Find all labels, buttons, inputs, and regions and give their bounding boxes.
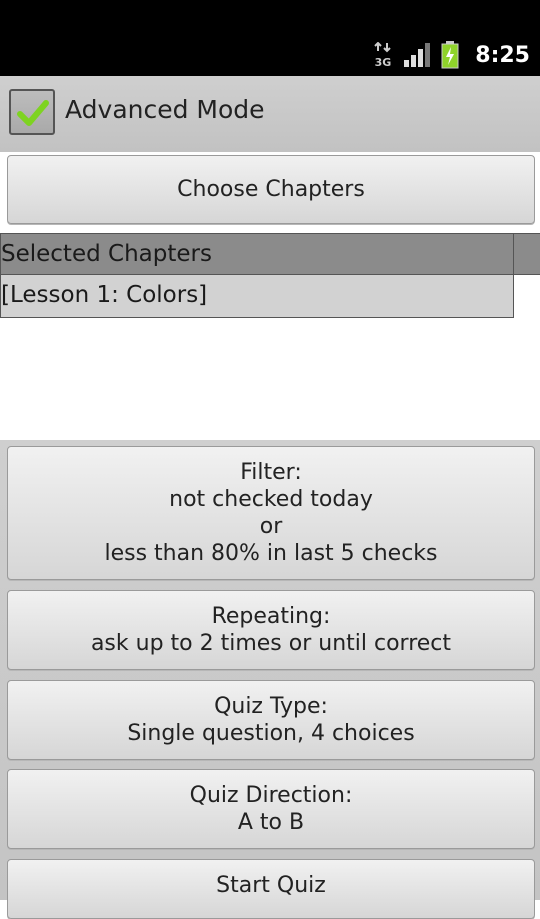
- status-bar-top: [0, 0, 540, 34]
- choose-chapters-label: Choose Chapters: [177, 177, 365, 202]
- advanced-mode-label[interactable]: Advanced Mode: [65, 95, 265, 124]
- selected-chapters-header-filler: [514, 233, 540, 275]
- start-quiz-label: Start Quiz: [216, 873, 326, 898]
- repeating-value: ask up to 2 times or until correct: [90, 631, 452, 656]
- advanced-mode-checkbox[interactable]: [9, 89, 55, 135]
- quiz-type-title: Quiz Type:: [214, 694, 328, 719]
- quiz-direction-value: A to B: [237, 810, 305, 835]
- filter-button[interactable]: Filter: not checked today or less than 8…: [7, 446, 535, 580]
- list-item[interactable]: [Lesson 1: Colors]: [0, 275, 514, 318]
- quiz-direction-title: Quiz Direction:: [189, 783, 353, 808]
- selected-chapters-header: Selected Chapters: [0, 233, 514, 275]
- battery-charging-icon: [441, 41, 459, 69]
- start-quiz-button[interactable]: Start Quiz: [7, 859, 535, 919]
- checkmark-icon: [17, 100, 49, 126]
- filter-line2: or: [259, 514, 283, 539]
- filter-line1: not checked today: [169, 487, 373, 512]
- svg-text:3G: 3G: [375, 56, 392, 68]
- data-3g-icon: 3G: [374, 42, 392, 68]
- repeating-title: Repeating:: [211, 604, 331, 629]
- quiz-type-value: Single question, 4 choices: [127, 721, 415, 746]
- status-icons: 3G 8:25: [373, 34, 530, 76]
- status-time: 8:25: [475, 42, 530, 68]
- repeating-button[interactable]: Repeating: ask up to 2 times or until co…: [7, 590, 535, 670]
- quiz-type-button[interactable]: Quiz Type: Single question, 4 choices: [7, 680, 535, 760]
- signal-icon: [404, 43, 431, 67]
- choose-chapters-button[interactable]: Choose Chapters: [7, 155, 535, 224]
- quiz-direction-button[interactable]: Quiz Direction: A to B: [7, 769, 535, 849]
- list-spacer: [514, 275, 540, 318]
- filter-title: Filter:: [240, 460, 302, 485]
- filter-line3: less than 80% in last 5 checks: [104, 541, 438, 566]
